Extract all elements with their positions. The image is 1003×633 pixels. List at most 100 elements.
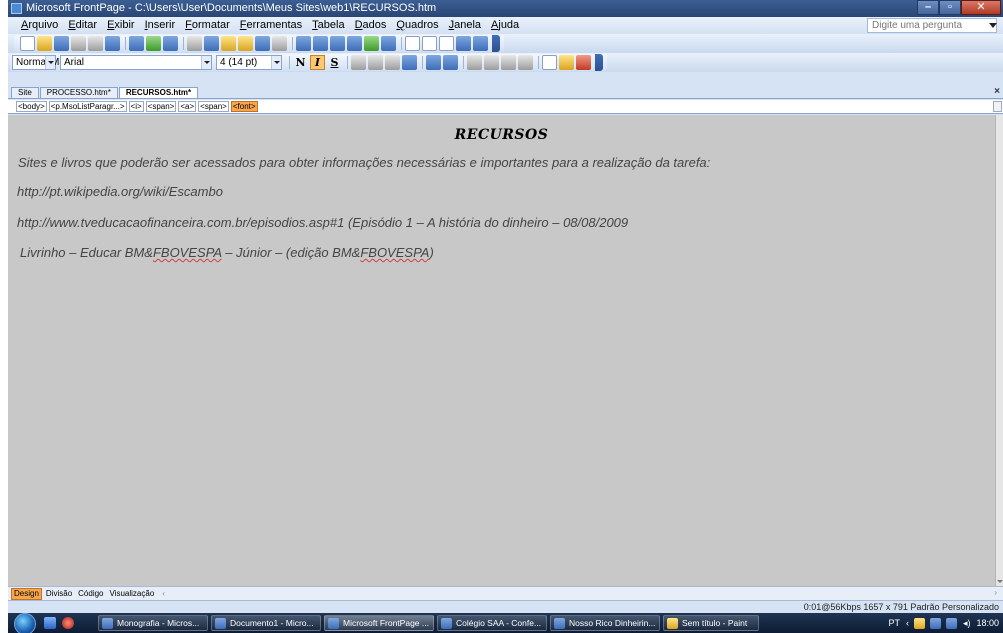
increase-font-icon[interactable] (426, 55, 441, 70)
minimize-button[interactable]: – (917, 0, 939, 15)
redo-icon[interactable] (272, 36, 287, 51)
font-dropdown-arrow-icon[interactable] (201, 56, 211, 69)
menu-inserir[interactable]: Inserir (140, 17, 181, 34)
tag-span[interactable]: <span> (145, 101, 177, 112)
maximize-button[interactable]: ▫ (939, 0, 961, 15)
taskbar-item-documento1[interactable]: Documento1 - Micro... (211, 615, 321, 631)
toolbar-options-icon[interactable] (595, 54, 603, 71)
taskbar-item-paint[interactable]: Sem título - Paint (663, 615, 759, 631)
font-color-icon[interactable] (576, 55, 591, 70)
cut-icon[interactable] (187, 36, 202, 51)
insert-layer-icon[interactable] (330, 36, 345, 51)
align-center-icon[interactable] (368, 55, 383, 70)
tab-divisao[interactable]: Divisão (44, 589, 74, 599)
code-snippet-icon[interactable] (456, 36, 471, 51)
italic-button[interactable]: I (310, 55, 325, 70)
decrease-font-icon[interactable] (443, 55, 458, 70)
font-select[interactable]: Arial (60, 55, 212, 70)
tag-span[interactable]: <span> (198, 101, 229, 112)
scroll-left-icon[interactable]: ‹ (162, 589, 165, 598)
toolbar-options-icon[interactable] (492, 35, 500, 52)
clock[interactable]: 18:00 (976, 618, 999, 628)
menu-exibir[interactable]: Exibir (102, 17, 140, 34)
insert-picture-icon[interactable] (347, 36, 362, 51)
highlight-icon[interactable] (559, 55, 574, 70)
borders-icon[interactable] (542, 55, 557, 70)
insert-web-component-icon[interactable] (296, 36, 311, 51)
tv-educacao-link[interactable]: http://www.tveducacaofinanceira.com.br/e… (17, 215, 628, 230)
format-painter-icon[interactable] (238, 36, 253, 51)
insert-hyperlink-icon[interactable] (381, 36, 396, 51)
menu-ajuda[interactable]: Ajuda (486, 17, 524, 34)
tab-visualizacao[interactable]: Visualização (108, 589, 157, 599)
menu-quadros[interactable]: Quadros (391, 17, 443, 34)
network-icon[interactable] (913, 617, 925, 629)
wifi-icon[interactable] (945, 617, 957, 629)
tab-site[interactable]: Site (11, 87, 39, 98)
tab-design[interactable]: Design (11, 587, 42, 600)
undo-icon[interactable] (255, 36, 270, 51)
help-search-input[interactable]: Digite uma pergunta (867, 18, 997, 33)
design-view-canvas[interactable]: RECURSOS Sites e livros que poderão ser … (8, 115, 995, 586)
numbering-icon[interactable] (467, 55, 482, 70)
action-center-icon[interactable] (929, 617, 941, 629)
new-page-icon[interactable] (20, 36, 35, 51)
bullets-icon[interactable] (484, 55, 499, 70)
language-indicator[interactable]: PT (888, 618, 900, 628)
taskbar-item-monografia[interactable]: Monografia - Micros... (98, 615, 208, 631)
open-folder-icon[interactable] (37, 36, 52, 51)
justify-icon[interactable] (402, 55, 417, 70)
tag-selector-scroll-button[interactable] (993, 101, 1002, 112)
menu-editar[interactable]: Editar (63, 17, 102, 34)
start-button[interactable] (12, 613, 38, 633)
menu-formatar[interactable]: Formatar (180, 17, 235, 34)
tag-italic[interactable]: <i> (128, 101, 144, 112)
insert-table-icon[interactable] (313, 36, 328, 51)
style-dropdown-arrow-icon[interactable] (45, 56, 55, 69)
increase-indent-icon[interactable] (518, 55, 533, 70)
tab-codigo[interactable]: Código (76, 589, 105, 599)
bold-button[interactable]: N (293, 55, 308, 70)
tag-body[interactable]: <body> (16, 101, 47, 112)
wikipedia-link[interactable]: http://pt.wikipedia.org/wiki/Escambo (17, 184, 223, 199)
close-document-icon[interactable]: × (994, 86, 1000, 97)
scroll-right-icon[interactable]: › (994, 588, 997, 597)
menu-arquivo[interactable]: Arquivo (16, 17, 63, 34)
underline-button[interactable]: S (327, 55, 342, 70)
tab-recursos[interactable]: RECURSOS.htm* (118, 87, 199, 98)
show-all-icon[interactable] (439, 36, 454, 51)
search-icon[interactable] (71, 36, 86, 51)
tag-paragraph[interactable]: <p.MsoListParagr...> (48, 101, 127, 112)
font-size-select[interactable]: 4 (14 pt) (216, 55, 282, 70)
copy-icon[interactable] (204, 36, 219, 51)
tray-expand-icon[interactable]: ‹ (906, 618, 909, 628)
close-button[interactable]: ✕ (961, 0, 1001, 15)
show-desktop-icon[interactable] (44, 617, 56, 629)
menu-dados[interactable]: Dados (350, 17, 392, 34)
tab-processo[interactable]: PROCESSO.htm* (39, 87, 118, 98)
paste-icon[interactable] (221, 36, 236, 51)
drawing-icon[interactable] (364, 36, 379, 51)
help-dropdown-arrow-icon[interactable] (989, 23, 997, 28)
publish-icon[interactable] (88, 36, 103, 51)
menu-tabela[interactable]: Tabela (307, 17, 349, 34)
taskbar-item-colegio[interactable]: Colégio SAA - Confe... (437, 615, 547, 631)
print-icon[interactable] (129, 36, 144, 51)
taskbar-item-frontpage[interactable]: Microsoft FrontPage ... (324, 615, 434, 631)
tag-anchor[interactable]: <a> (178, 101, 197, 112)
volume-icon[interactable]: ◂) (963, 618, 971, 629)
style-select[interactable]: Normal.MsoListI (12, 55, 88, 70)
align-right-icon[interactable] (385, 55, 400, 70)
font-size-dropdown-arrow-icon[interactable] (271, 56, 281, 69)
decrease-indent-icon[interactable] (501, 55, 516, 70)
menu-janela[interactable]: Janela (444, 17, 486, 34)
tag-font[interactable]: <font> (230, 101, 258, 112)
stop-icon[interactable] (422, 36, 437, 51)
menu-ferramentas[interactable]: Ferramentas (235, 17, 307, 34)
vertical-scrollbar[interactable] (995, 115, 1003, 586)
title-bar[interactable]: Microsoft FrontPage - C:\Users\User\Docu… (8, 0, 1003, 17)
help-icon[interactable] (473, 36, 488, 51)
media-player-icon[interactable] (62, 617, 74, 629)
taskbar-item-nosso-rico[interactable]: Nosso Rico Dinheirin... (550, 615, 660, 631)
save-icon[interactable] (54, 36, 69, 51)
